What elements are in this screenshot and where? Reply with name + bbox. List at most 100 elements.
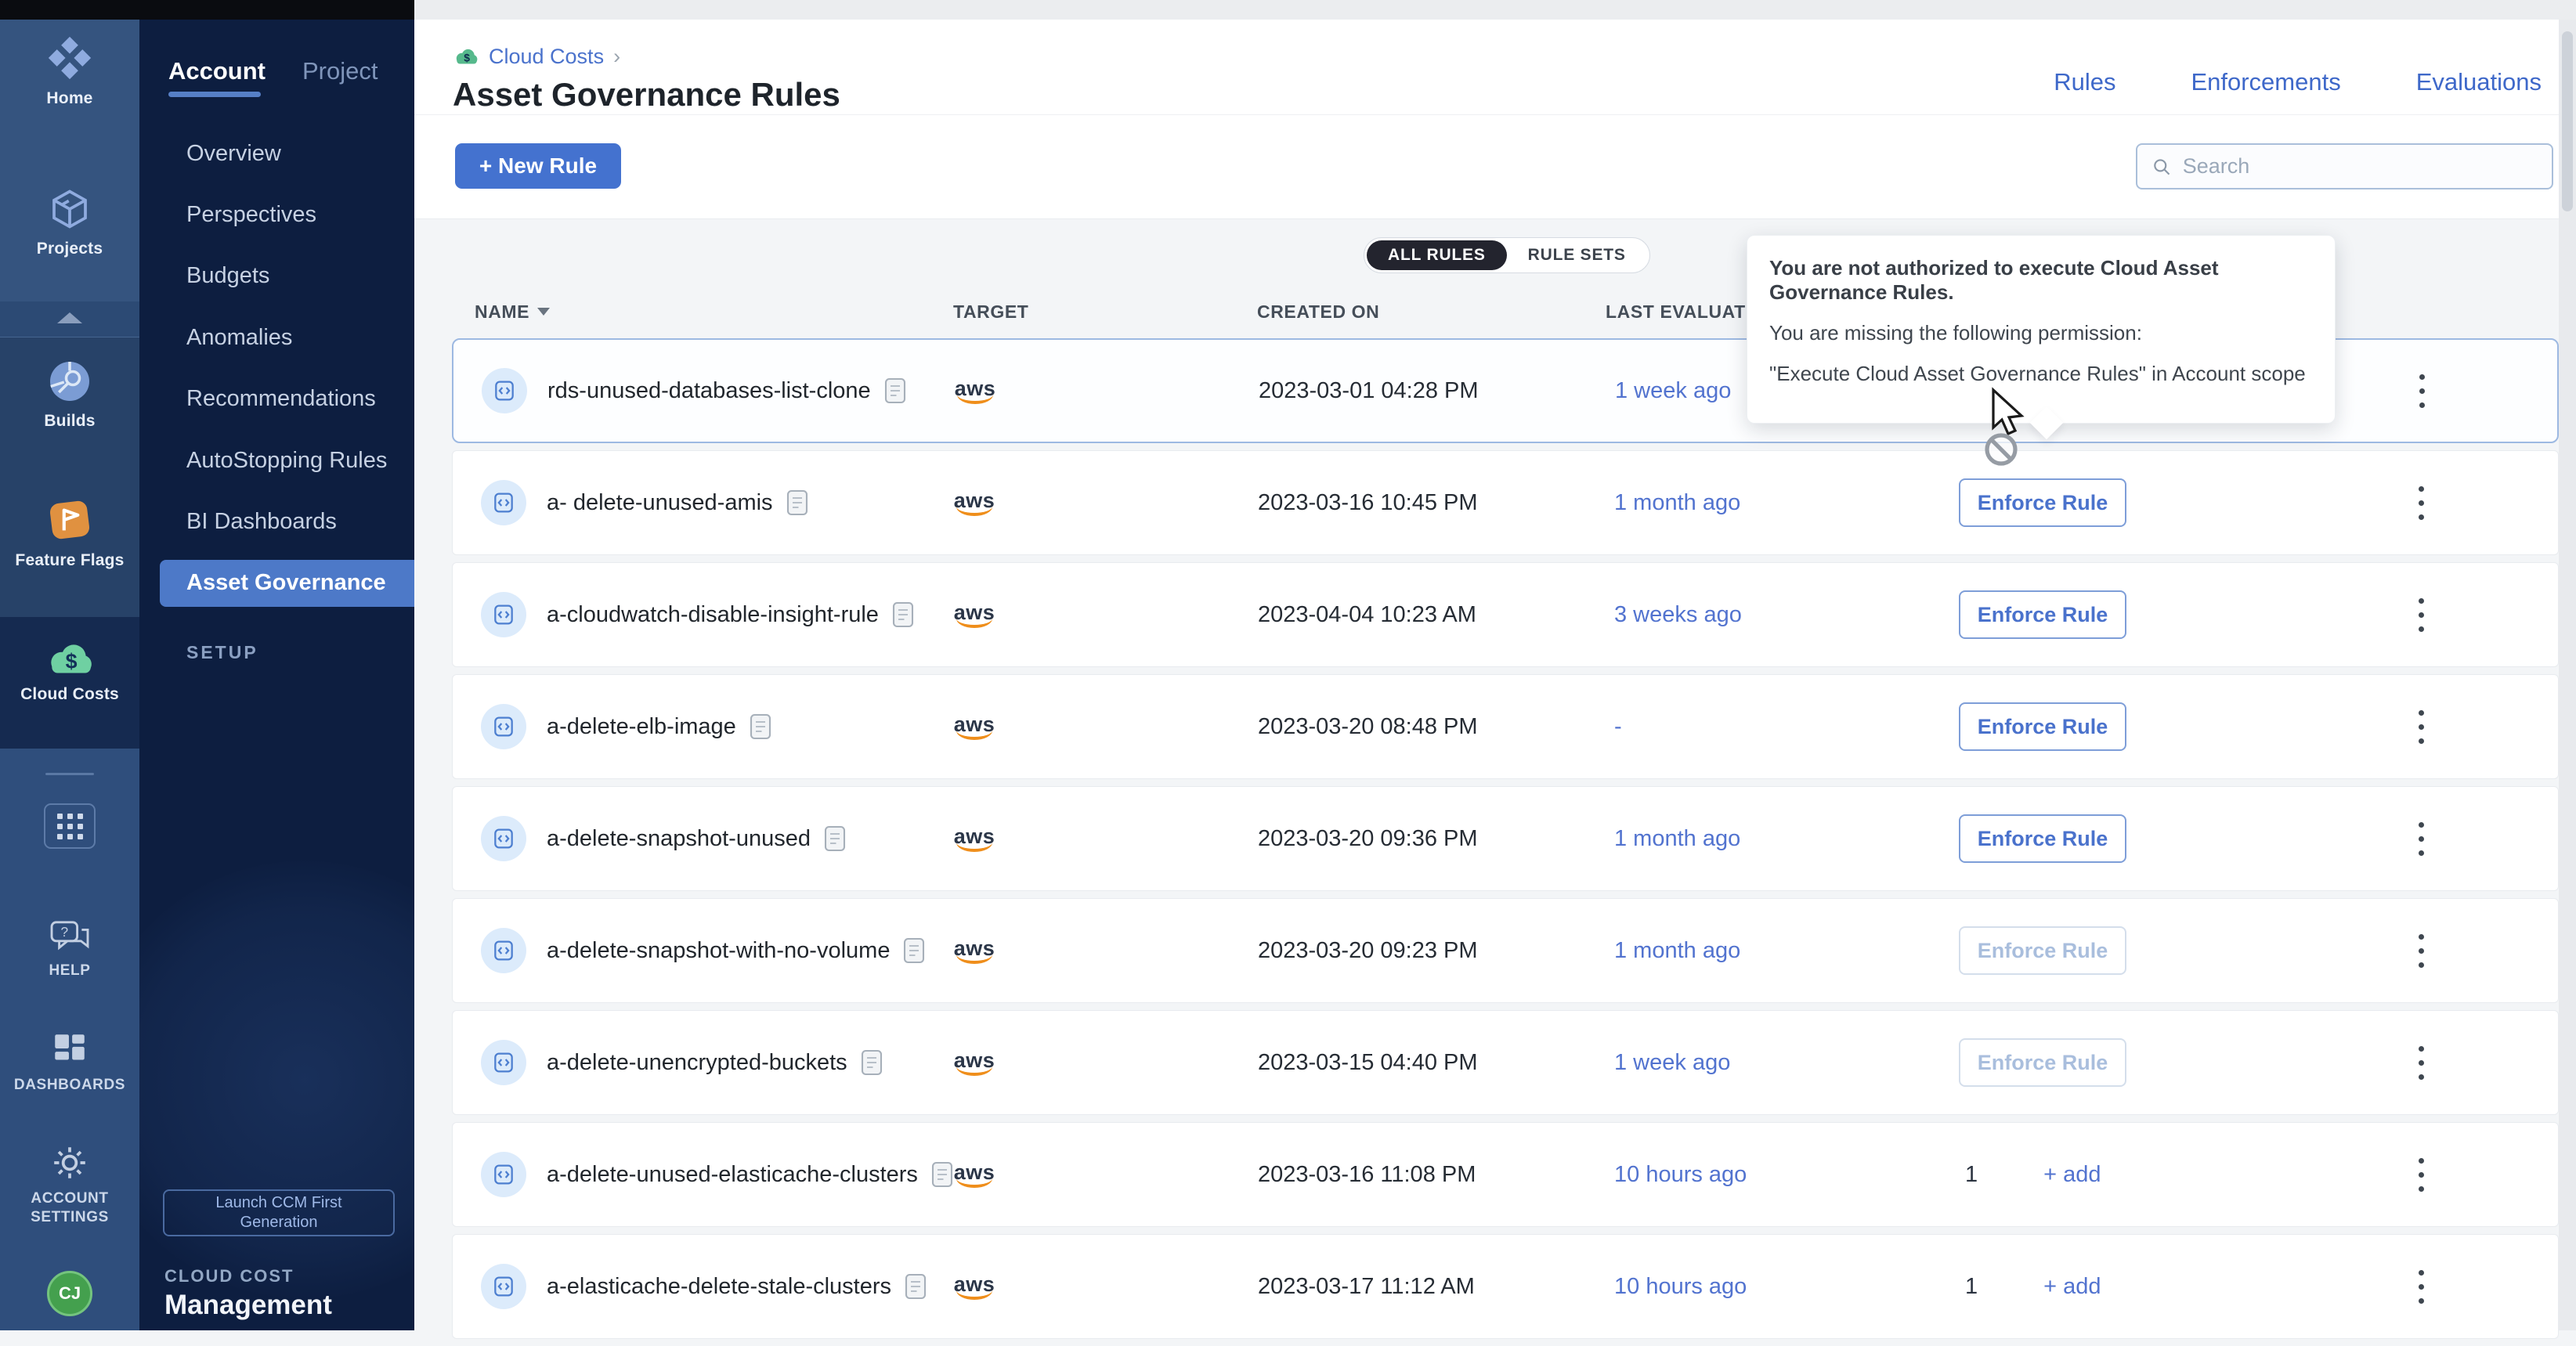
table-row[interactable]: a- delete-unused-amis aws 2023-03-16 10:…	[452, 450, 2559, 555]
search-input[interactable]	[2183, 154, 2538, 179]
sidebar-item-asset-governance[interactable]: Asset Governance	[160, 560, 414, 607]
rule-name: a-delete-unencrypted-buckets	[547, 1050, 847, 1076]
scrollbar-track[interactable]	[2559, 20, 2576, 1330]
governance-rule-icon	[482, 368, 527, 413]
last-evaluation-value: 1 month ago	[1614, 938, 1959, 964]
rules-table: rds-unused-databases-list-clone aws 2023…	[452, 338, 2559, 1346]
sidebar-item-overview[interactable]: Overview	[139, 130, 414, 177]
add-enforcement-link[interactable]: + add	[2043, 1274, 2101, 1300]
rail-item-account-settings[interactable]: ACCOUNTSETTINGS	[0, 1143, 139, 1227]
governance-rule-icon	[481, 1264, 526, 1309]
rail-item-projects[interactable]: Projects	[0, 186, 139, 258]
enforce-rule-button[interactable]: Enforce Rule	[1959, 702, 2126, 751]
rule-name: a- delete-unused-amis	[547, 490, 773, 516]
kebab-menu-icon[interactable]	[2405, 1046, 2437, 1080]
rule-name: a-cloudwatch-disable-insight-rule	[547, 602, 879, 628]
created-on-value: 2023-03-20 09:23 PM	[1258, 938, 1614, 964]
kebab-menu-icon[interactable]	[2405, 1158, 2437, 1192]
table-row[interactable]: a-delete-elb-image aws 2023-03-20 08:48 …	[452, 674, 2559, 779]
enforce-rule-button[interactable]: Enforce Rule	[1959, 814, 2126, 863]
column-header-name[interactable]: NAME	[475, 301, 953, 323]
kebab-menu-icon[interactable]	[2405, 710, 2437, 744]
kebab-menu-icon[interactable]	[2405, 598, 2437, 632]
letterbox-strip	[0, 0, 414, 20]
sidebar-item-bi-dashboards[interactable]: BI Dashboards	[139, 498, 414, 545]
rail-item-builds[interactable]: Builds	[0, 358, 139, 431]
tab-evaluations[interactable]: Evaluations	[2416, 68, 2542, 96]
governance-rule-icon	[481, 816, 526, 861]
toggle-rule-sets[interactable]: RULE SETS	[1507, 240, 1647, 270]
table-row[interactable]: a-delete-snapshot-with-no-volume aws 202…	[452, 898, 2559, 1003]
chevron-up-icon[interactable]	[57, 312, 82, 323]
table-row[interactable]: a-delete-snapshot-unused aws 2023-03-20 …	[452, 786, 2559, 891]
rail-item-dashboards[interactable]: DASHBOARDS	[0, 1030, 139, 1095]
created-on-value: 2023-03-16 10:45 PM	[1258, 490, 1614, 516]
column-header-created-on[interactable]: CREATED ON	[1257, 301, 1606, 323]
last-evaluation-value: 1 week ago	[1614, 1050, 1959, 1076]
sidebar-item-recommendations[interactable]: Recommendations	[139, 376, 414, 423]
tab-account[interactable]: Account	[168, 57, 266, 85]
kebab-menu-icon[interactable]	[2405, 1270, 2437, 1304]
rules-view-toggle: ALL RULES RULE SETS	[1364, 237, 1650, 273]
enforcement-count: 1	[1965, 1162, 1978, 1188]
kebab-menu-icon[interactable]	[2405, 486, 2437, 520]
rail-item-home[interactable]: Home	[0, 34, 139, 108]
breadcrumb-separator: ›	[613, 45, 620, 69]
description-icon	[786, 489, 809, 517]
brand-management: Management	[164, 1290, 332, 1321]
page-title: Asset Governance Rules	[453, 76, 840, 114]
aws-logo-icon: aws	[952, 1274, 996, 1300]
kebab-menu-icon[interactable]	[2406, 374, 2437, 408]
module-picker-button[interactable]	[44, 803, 96, 849]
kebab-menu-icon[interactable]	[2405, 822, 2437, 856]
sidebar-item-autostopping-rules[interactable]: AutoStopping Rules	[139, 437, 414, 484]
tooltip-line: You are missing the following permission…	[1769, 321, 2313, 345]
rail-collapse-section[interactable]	[0, 301, 139, 337]
governance-rule-icon	[481, 592, 526, 637]
rail-item-feature-flags[interactable]: Feature Flags	[0, 496, 139, 570]
created-on-value: 2023-03-15 04:40 PM	[1258, 1050, 1614, 1076]
table-row[interactable]: a-delete-unused-elasticache-clusters aws…	[452, 1122, 2559, 1227]
kebab-menu-icon[interactable]	[2405, 934, 2437, 968]
svg-text:?: ?	[60, 924, 68, 940]
tab-enforcements[interactable]: Enforcements	[2191, 68, 2340, 96]
breadcrumb-cloud-costs-link[interactable]: Cloud Costs	[489, 45, 604, 69]
enforce-rule-button: Enforce Rule	[1959, 926, 2126, 975]
rail-item-cloud-costs[interactable]: $ Cloud Costs	[0, 642, 139, 704]
table-row[interactable]: a-cloudwatch-disable-insight-rule aws 20…	[452, 562, 2559, 667]
enforce-rule-button[interactable]: Enforce Rule	[1959, 478, 2126, 527]
launch-ccm-first-gen-button[interactable]: Launch CCM First Generation	[163, 1189, 395, 1236]
rail-item-help[interactable]: ? HELP	[0, 918, 139, 980]
description-icon	[902, 936, 926, 965]
table-row[interactable]: a-delete-unencrypted-buckets aws 2023-03…	[452, 1010, 2559, 1115]
rule-name: a-delete-snapshot-unused	[547, 826, 811, 852]
svg-text:$: $	[66, 649, 78, 673]
setup-section-label[interactable]: SETUP	[186, 642, 258, 663]
sidebar-item-budgets[interactable]: Budgets	[139, 253, 414, 300]
sidebar-item-anomalies[interactable]: Anomalies	[139, 314, 414, 361]
search-box[interactable]	[2136, 143, 2553, 189]
new-rule-button[interactable]: + New Rule	[455, 143, 621, 189]
cloud-costs-icon: $	[44, 642, 96, 678]
description-icon	[891, 601, 915, 629]
breadcrumb[interactable]: $ Cloud Costs ›	[453, 45, 620, 69]
tab-project[interactable]: Project	[302, 57, 378, 85]
aws-logo-icon: aws	[952, 714, 996, 740]
add-enforcement-link[interactable]: + add	[2043, 1162, 2101, 1188]
table-row[interactable]: a-elasticache-delete-stale-clusters aws …	[452, 1234, 2559, 1339]
scrollbar-thumb[interactable]	[2562, 31, 2573, 211]
aws-logo-icon: aws	[953, 378, 997, 404]
tab-rules[interactable]: Rules	[2054, 68, 2115, 96]
toggle-all-rules[interactable]: ALL RULES	[1367, 240, 1507, 270]
enforce-rule-button[interactable]: Enforce Rule	[1959, 590, 2126, 639]
search-icon	[2151, 156, 2172, 178]
description-icon	[930, 1160, 954, 1189]
governance-rule-icon	[481, 480, 526, 525]
user-avatar[interactable]: CJ	[47, 1271, 92, 1316]
brand-cloud-cost: CLOUD COST	[164, 1266, 294, 1286]
column-header-target[interactable]: TARGET	[953, 301, 1257, 323]
builds-icon	[46, 358, 93, 405]
sidebar-item-perspectives[interactable]: Perspectives	[139, 191, 414, 238]
last-evaluation-value: 1 month ago	[1614, 490, 1959, 516]
created-on-value: 2023-03-17 11:12 AM	[1258, 1274, 1614, 1300]
